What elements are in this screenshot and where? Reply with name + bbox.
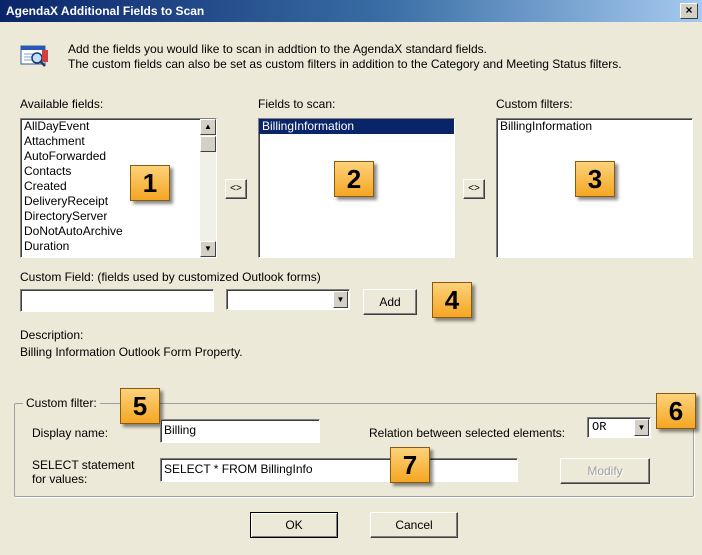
callout-5: 5: [120, 388, 160, 424]
scroll-down-icon[interactable]: ▼: [200, 241, 216, 257]
dialog-window: AgendaX Additional Fields to Scan × Add …: [0, 0, 702, 555]
list-item[interactable]: AutoForwarded: [21, 149, 216, 164]
description-label: Description:: [20, 328, 84, 342]
callout-4: 4: [432, 282, 472, 318]
add-button[interactable]: Add: [363, 289, 417, 315]
relation-label: Relation between selected elements:: [369, 426, 566, 440]
select-statement-label-1: SELECT statement: [32, 458, 135, 472]
relation-value: OR: [592, 420, 607, 434]
select-statement-label-2: for values:: [32, 472, 88, 486]
available-fields-list[interactable]: AllDayEvent Attachment AutoForwarded Con…: [20, 118, 217, 258]
close-icon[interactable]: ×: [680, 3, 698, 19]
scroll-up-icon[interactable]: ▲: [200, 119, 216, 135]
list-item[interactable]: Contacts: [21, 164, 216, 179]
list-item[interactable]: Created: [21, 179, 216, 194]
callout-2: 2: [334, 161, 374, 197]
callout-3: 3: [575, 161, 615, 197]
title-bar[interactable]: AgendaX Additional Fields to Scan ×: [0, 0, 702, 22]
list-item[interactable]: BillingInformation: [497, 119, 692, 134]
list-item[interactable]: DoNotAutoArchive: [21, 224, 216, 239]
callout-1: 1: [130, 165, 170, 201]
scan-fields-icon: [20, 44, 50, 70]
cancel-button[interactable]: Cancel: [370, 512, 458, 538]
fields-to-scan-label: Fields to scan:: [258, 97, 336, 111]
custom-filter-legend: Custom filter:: [23, 396, 100, 410]
move-to-scan-button[interactable]: <>: [225, 179, 247, 199]
list-item[interactable]: Attachment: [21, 134, 216, 149]
custom-field-input[interactable]: [20, 289, 214, 312]
modify-button[interactable]: Modify: [560, 458, 650, 484]
custom-filters-label: Custom filters:: [496, 97, 573, 111]
list-item[interactable]: BillingInformation: [259, 119, 454, 134]
intro-line-2: The custom fields can also be set as cus…: [68, 57, 622, 71]
available-fields-label: Available fields:: [20, 97, 104, 111]
chevron-down-icon[interactable]: ▼: [634, 419, 649, 436]
relation-select[interactable]: OR ▼: [587, 417, 651, 438]
display-name-label: Display name:: [32, 426, 109, 440]
select-statement-input[interactable]: SELECT * FROM BillingInfo: [160, 458, 518, 482]
scroll-thumb[interactable]: [200, 136, 216, 152]
window-title: AgendaX Additional Fields to Scan: [6, 4, 205, 18]
list-item[interactable]: Duration: [21, 239, 216, 254]
display-name-input[interactable]: Billing: [160, 419, 320, 443]
intro-line-1: Add the fields you would like to scan in…: [68, 42, 487, 56]
list-item[interactable]: AllDayEvent: [21, 119, 216, 134]
list-item[interactable]: DirectoryServer: [21, 209, 216, 224]
description-text: Billing Information Outlook Form Propert…: [20, 345, 243, 359]
ok-button[interactable]: OK: [250, 512, 338, 538]
callout-6: 6: [656, 393, 696, 429]
move-to-filters-button[interactable]: <>: [463, 179, 485, 199]
custom-field-label: Custom Field: (fields used by customized…: [20, 270, 321, 284]
list-item[interactable]: DeliveryReceipt: [21, 194, 216, 209]
chevron-down-icon[interactable]: ▼: [333, 291, 348, 308]
callout-7: 7: [390, 447, 430, 483]
custom-field-type-select[interactable]: ▼: [226, 289, 350, 310]
vertical-scrollbar[interactable]: ▲ ▼: [200, 119, 216, 257]
